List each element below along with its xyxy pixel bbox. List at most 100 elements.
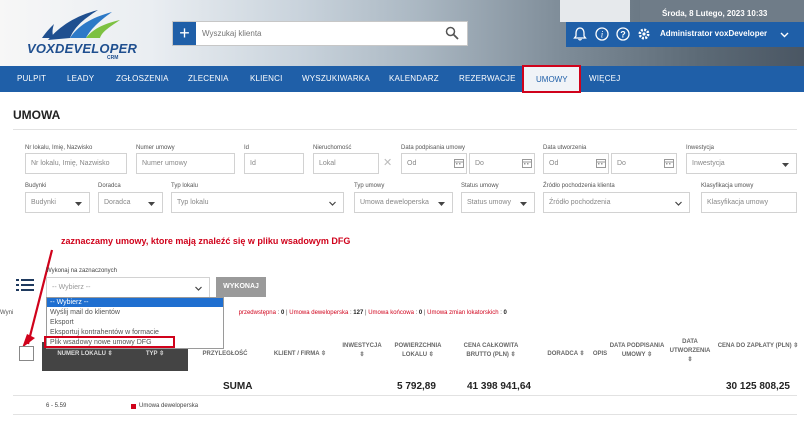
column-header[interactable]: DORADCA ⇳ xyxy=(538,350,594,359)
status-label[interactable]: Umowa zmian lokatorskich xyxy=(427,310,498,316)
header: VOXDEVELOPER CRM + Środa, 8 Lutego, 2023… xyxy=(0,0,804,66)
filter-contract-number-input[interactable]: Numer umowy xyxy=(136,153,235,174)
column-header[interactable]: INWESTYCJA ⇳ xyxy=(340,342,384,360)
filter-name-input[interactable]: Nr lokalu, Imię, Nazwisko xyxy=(25,153,127,174)
divider xyxy=(13,395,797,396)
filter-label: Data podpisania umowy xyxy=(401,145,466,151)
created-date-from-input[interactable]: Od xyxy=(543,153,609,174)
buildings-select[interactable]: Budynki xyxy=(25,192,90,213)
date-from-placeholder: Od xyxy=(549,160,559,167)
column-header[interactable]: DATA PODPISANIA UMOWY ⇳ xyxy=(608,342,666,360)
filter-label: Typ umowy xyxy=(354,183,385,189)
background-building xyxy=(560,0,630,22)
sum-area: 5 792,89 xyxy=(397,381,436,392)
info-icon[interactable]: i xyxy=(595,27,609,41)
filter-id-input[interactable]: Id xyxy=(244,153,304,174)
column-header[interactable]: POWIERZCHNIA LOKALU ⇳ xyxy=(392,342,444,360)
filter-label: Id xyxy=(244,145,250,151)
nav-item-rezerwacje[interactable]: REZERWACJE xyxy=(459,74,516,83)
filter-label: Źródło pochodzenia klienta xyxy=(543,183,615,189)
dropdown-option[interactable]: Wyślij mail do klientów xyxy=(47,308,223,317)
page-title: UMOWA xyxy=(13,108,61,122)
column-header[interactable]: KLIENT / FIRMA ⇳ xyxy=(262,350,338,359)
column-header[interactable]: PRZYLEGŁOŚĆ xyxy=(198,350,252,359)
signing-date-to-input[interactable]: Do xyxy=(469,153,535,174)
calendar-icon[interactable] xyxy=(454,158,464,168)
status-label[interactable]: Umowa deweloperska xyxy=(289,310,348,316)
chevron-down-icon[interactable] xyxy=(780,30,789,39)
chevron-down-icon xyxy=(675,201,682,206)
chevron-down-icon xyxy=(329,201,336,206)
column-header[interactable]: NUMER LOKALU ⇳ xyxy=(50,350,120,359)
filter-label: Nieruchomość xyxy=(313,145,352,151)
search-icon[interactable] xyxy=(445,26,459,40)
status-count: 127 xyxy=(353,310,364,316)
date-from-placeholder: Od xyxy=(407,160,417,167)
unit-type-select[interactable]: Typ lokalu xyxy=(171,192,344,213)
client-search: + xyxy=(172,21,468,46)
column-header[interactable]: DATA UTWORZENIA ⇳ xyxy=(668,338,712,365)
column-label: KLIENT / FIRMA xyxy=(273,351,320,357)
calendar-icon[interactable] xyxy=(596,158,606,168)
nav-item-zlecenia[interactable]: ZLECENIA xyxy=(188,74,229,83)
column-label: INWESTYCJA xyxy=(342,343,382,349)
user-bar: i ? Administrator voxDeveloper xyxy=(566,22,804,47)
nav-item-umowy[interactable]: UMOWY xyxy=(522,65,581,93)
column-label: DORADCA xyxy=(547,351,578,357)
status-label[interactable]: Umowa końcowa xyxy=(368,310,414,316)
column-label: DATA PODPISANIA UMOWY xyxy=(609,343,665,358)
investment-select[interactable]: Inwestycja xyxy=(686,153,797,174)
nav-item-zgloszenia[interactable]: ZGŁOSZENIA xyxy=(116,74,169,83)
bulk-action-select[interactable]: -- Wybierz -- xyxy=(46,277,210,298)
user-menu[interactable]: Administrator voxDeveloper xyxy=(660,29,767,38)
nav-item-pulpit[interactable]: PULPIT xyxy=(17,74,46,83)
advisor-select[interactable]: Doradca xyxy=(98,192,163,213)
contract-status-select[interactable]: Status umowy xyxy=(461,192,535,213)
client-search-input[interactable] xyxy=(202,27,432,40)
contract-status-select-value: Status umowy xyxy=(467,199,511,206)
chevron-down-icon xyxy=(148,202,155,206)
status-count: 0 xyxy=(281,310,285,316)
help-icon[interactable]: ? xyxy=(616,27,630,41)
nav-item-kalendarz[interactable]: KALENDARZ xyxy=(389,74,439,83)
sum-label: SUMA xyxy=(223,381,253,392)
column-label: PRZYLEGŁOŚĆ xyxy=(202,351,248,357)
logo-sub: CRM xyxy=(107,55,119,61)
nav-item-klienci[interactable]: KLIENCI xyxy=(250,74,283,83)
gear-icon[interactable] xyxy=(637,27,651,41)
contract-type-select[interactable]: Umowa deweloperska xyxy=(354,192,453,213)
dropdown-option[interactable]: -- Wybierz -- xyxy=(47,298,223,307)
filter-property-input[interactable]: Lokal xyxy=(313,153,379,174)
calendar-icon[interactable] xyxy=(664,158,674,168)
annotation-highlight xyxy=(44,336,175,348)
bell-icon[interactable] xyxy=(573,27,587,41)
column-label: OPIS xyxy=(592,351,608,357)
column-header[interactable]: OPIS xyxy=(592,350,608,359)
logo-text: VOXDEVELOPER xyxy=(27,41,138,56)
contract-classification-select[interactable]: Klasyfikacja umowy xyxy=(701,192,797,213)
nav-item-wyszukiwarka[interactable]: WYSZUKIWARKA xyxy=(302,74,370,83)
nav-item-leady[interactable]: LEADY xyxy=(67,74,94,83)
dropdown-option[interactable]: Eksport xyxy=(47,318,223,327)
client-source-select[interactable]: Źródło pochodzenia xyxy=(543,192,690,213)
column-header[interactable]: CENA DO ZAPŁATY (PLN) ⇳ xyxy=(716,342,800,351)
table-cell-unit[interactable]: 6 - 5.59 xyxy=(46,403,66,409)
nav-item-wiecej[interactable]: WIĘCEJ xyxy=(589,74,620,83)
column-header[interactable]: TYP ⇳ xyxy=(140,350,170,359)
select-all-checkbox[interactable] xyxy=(19,346,34,361)
date-to-placeholder: Do xyxy=(617,160,626,167)
clear-icon[interactable]: ✕ xyxy=(383,156,392,169)
column-header[interactable]: CENA CAŁKOWITA BRUTTO (PLN) ⇳ xyxy=(452,342,530,360)
list-icon[interactable] xyxy=(16,278,34,292)
status-label[interactable]: przedwstępna xyxy=(239,310,276,316)
signing-date-from-input[interactable]: Od xyxy=(401,153,467,174)
created-date-to-input[interactable]: Do xyxy=(611,153,677,174)
filter-label: Inwestycja xyxy=(686,145,715,151)
filter-label: Klasyfikacja umowy xyxy=(701,183,754,189)
execute-button[interactable]: WYKONAJ xyxy=(216,277,266,297)
column-label: CENA DO ZAPŁATY (PLN) xyxy=(717,343,792,349)
table-cell-type: Umowa deweloperska xyxy=(139,403,199,409)
calendar-icon[interactable] xyxy=(522,158,532,168)
add-client-button[interactable]: + xyxy=(173,22,196,45)
status-prefix: Wyni xyxy=(0,310,14,316)
